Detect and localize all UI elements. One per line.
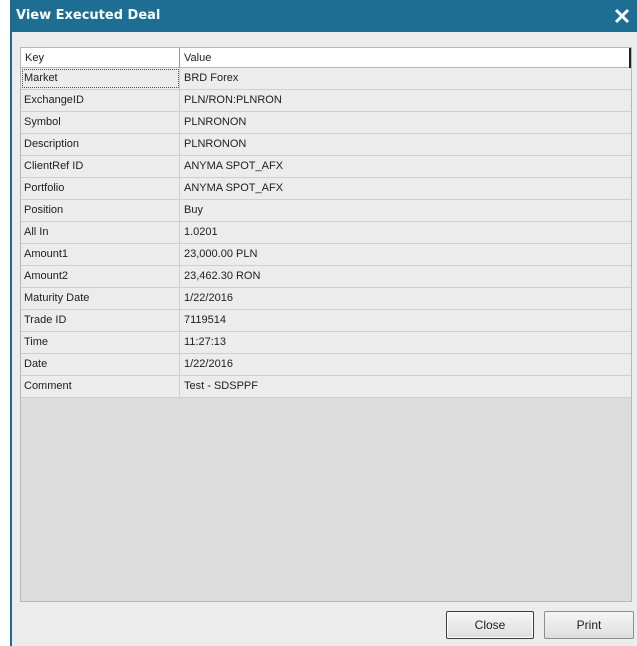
row-value: 7119514 (184, 314, 227, 326)
title-bar[interactable]: View Executed Deal (12, 0, 637, 32)
row-value: 1/22/2016 (184, 292, 233, 304)
grid-rows: Market BRD Forex ExchangeID PLN/RON:PLNR… (21, 68, 631, 398)
row-value: PLNRONON (184, 116, 247, 128)
table-row[interactable]: Amount1 23,000.00 PLN (21, 244, 631, 266)
table-row[interactable]: ExchangeID PLN/RON:PLNRON (21, 90, 631, 112)
print-button[interactable]: Print (544, 611, 634, 639)
executed-deal-dialog: View Executed Deal Key Value Market BRD … (10, 0, 637, 646)
table-row[interactable]: Symbol PLNRONON (21, 112, 631, 134)
row-value: 11:27:13 (184, 336, 227, 348)
row-value: ANYMA SPOT_AFX (184, 160, 284, 172)
row-value: 1.0201 (184, 226, 218, 238)
table-row[interactable]: Amount2 23,462.30 RON (21, 266, 631, 288)
grid-header: Key Value (21, 48, 631, 68)
row-key: Time (21, 332, 180, 353)
table-row[interactable]: ClientRef ID ANYMA SPOT_AFX (21, 156, 631, 178)
table-row[interactable]: Time 11:27:13 (21, 332, 631, 354)
row-key: Amount1 (21, 244, 180, 265)
row-value: BRD Forex (184, 72, 239, 84)
column-header-key[interactable]: Key (21, 48, 180, 68)
row-key: Trade ID (21, 310, 180, 331)
row-key: Market (21, 68, 180, 89)
close-button[interactable]: Close (446, 611, 534, 639)
row-key: Date (21, 354, 180, 375)
row-key: Maturity Date (21, 288, 180, 309)
row-key: Symbol (21, 112, 180, 133)
table-row[interactable]: Trade ID 7119514 (21, 310, 631, 332)
table-row[interactable]: Position Buy (21, 200, 631, 222)
row-value: ANYMA SPOT_AFX (184, 182, 284, 194)
row-key: ExchangeID (21, 90, 180, 111)
table-row[interactable]: Portfolio ANYMA SPOT_AFX (21, 178, 631, 200)
column-header-value[interactable]: Value (180, 48, 631, 68)
row-value: 23,462.30 RON (184, 270, 261, 282)
row-value: 23,000.00 PLN (184, 248, 258, 260)
table-row[interactable]: Maturity Date 1/22/2016 (21, 288, 631, 310)
deal-details-grid[interactable]: Key Value Market BRD Forex ExchangeID PL… (20, 47, 632, 602)
row-key: Description (21, 134, 180, 155)
dialog-title: View Executed Deal (16, 8, 161, 23)
row-key: Position (21, 200, 180, 221)
row-key: Amount2 (21, 266, 180, 287)
table-row[interactable]: Description PLNRONON (21, 134, 631, 156)
row-value: Buy (184, 204, 203, 216)
row-key: All In (21, 222, 180, 243)
table-row[interactable]: Comment Test - SDSPPF (21, 376, 631, 398)
close-icon[interactable] (611, 5, 633, 27)
table-row[interactable]: Date 1/22/2016 (21, 354, 631, 376)
row-key: ClientRef ID (21, 156, 180, 177)
row-value: 1/22/2016 (184, 358, 233, 370)
row-key: Comment (21, 376, 180, 397)
table-row[interactable]: All In 1.0201 (21, 222, 631, 244)
row-key: Portfolio (21, 178, 180, 199)
table-row[interactable]: Market BRD Forex (21, 68, 631, 90)
row-value: PLN/RON:PLNRON (184, 94, 282, 106)
row-value: PLNRONON (184, 138, 247, 150)
row-value: Test - SDSPPF (184, 380, 258, 392)
